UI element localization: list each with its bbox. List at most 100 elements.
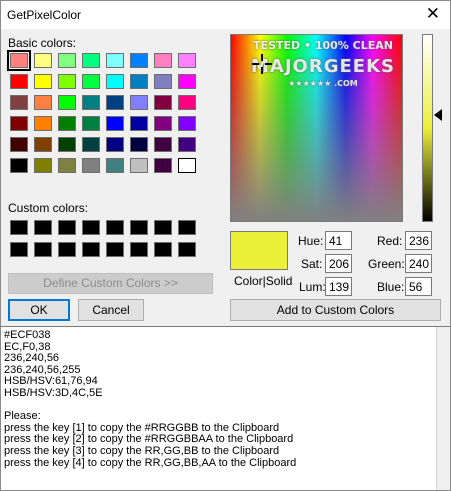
crosshair-icon[interactable] bbox=[252, 54, 272, 74]
output-line: press the key [4] to copy the RR,GG,BB,A… bbox=[4, 456, 297, 469]
close-icon[interactable]: ✕ bbox=[426, 5, 440, 23]
basic-color-swatch[interactable] bbox=[34, 95, 52, 110]
color-dialog-window: GetPixelColor ✕ Basic colors: Custom col… bbox=[0, 0, 451, 491]
custom-color-swatch[interactable] bbox=[58, 242, 76, 257]
output-scrollbar[interactable] bbox=[436, 327, 450, 490]
basic-color-swatch[interactable] bbox=[10, 158, 28, 173]
custom-color-swatch[interactable] bbox=[154, 242, 172, 257]
basic-color-swatch[interactable] bbox=[34, 158, 52, 173]
basic-color-swatch[interactable] bbox=[130, 53, 148, 68]
hue-field[interactable]: 41 bbox=[325, 231, 352, 250]
basic-color-swatch[interactable] bbox=[82, 95, 100, 110]
red-field[interactable]: 236 bbox=[405, 231, 432, 250]
basic-color-swatch[interactable] bbox=[178, 53, 196, 68]
custom-colors-grid bbox=[10, 220, 196, 257]
custom-color-swatch[interactable] bbox=[130, 242, 148, 257]
basic-color-swatch[interactable] bbox=[130, 158, 148, 173]
color-solid-label: Color|Solid bbox=[234, 274, 293, 288]
basic-color-swatch[interactable] bbox=[82, 53, 100, 68]
lum-field[interactable]: 139 bbox=[325, 277, 352, 296]
output-line: Please: bbox=[4, 410, 41, 423]
basic-color-swatch[interactable] bbox=[154, 95, 172, 110]
basic-color-swatch[interactable] bbox=[82, 137, 100, 152]
basic-color-swatch[interactable] bbox=[130, 116, 148, 131]
basic-colors-grid bbox=[7, 50, 196, 173]
color-solid-preview bbox=[230, 231, 288, 270]
basic-color-swatch[interactable] bbox=[154, 158, 172, 173]
custom-color-swatch[interactable] bbox=[58, 220, 76, 235]
basic-colors-label: Basic colors: bbox=[8, 36, 77, 50]
blue-field[interactable]: 56 bbox=[405, 277, 432, 296]
basic-color-swatch[interactable] bbox=[82, 158, 100, 173]
basic-color-swatch[interactable] bbox=[10, 116, 28, 131]
add-to-custom-colors-button[interactable]: Add to Custom Colors bbox=[230, 299, 441, 321]
basic-color-swatch[interactable] bbox=[58, 116, 76, 131]
basic-color-swatch[interactable] bbox=[34, 74, 52, 89]
title-bar: GetPixelColor ✕ bbox=[1, 1, 450, 29]
basic-color-swatch[interactable] bbox=[130, 74, 148, 89]
basic-color-swatch[interactable] bbox=[58, 158, 76, 173]
basic-color-swatch[interactable] bbox=[34, 116, 52, 131]
custom-color-swatch[interactable] bbox=[10, 242, 28, 257]
basic-color-swatch[interactable] bbox=[7, 50, 31, 71]
custom-color-swatch[interactable] bbox=[82, 220, 100, 235]
window-title: GetPixelColor bbox=[7, 8, 82, 22]
define-custom-colors-button[interactable]: Define Custom Colors >> bbox=[8, 273, 213, 294]
green-label: Green: bbox=[368, 257, 405, 271]
custom-color-swatch[interactable] bbox=[10, 220, 28, 235]
basic-color-swatch[interactable] bbox=[178, 95, 196, 110]
basic-color-swatch[interactable] bbox=[154, 53, 172, 68]
basic-color-swatch[interactable] bbox=[106, 95, 124, 110]
basic-color-swatch[interactable] bbox=[58, 74, 76, 89]
color-output-text[interactable]: #ECF038 EC,F0,38 236,240,56 236,240,56,255 H… bbox=[1, 326, 450, 490]
basic-color-swatch[interactable] bbox=[10, 137, 28, 152]
custom-color-swatch[interactable] bbox=[82, 242, 100, 257]
basic-color-swatch[interactable] bbox=[106, 137, 124, 152]
hue-label: Hue: bbox=[298, 234, 324, 248]
cancel-button[interactable]: Cancel bbox=[78, 299, 144, 321]
green-field[interactable]: 240 bbox=[405, 254, 432, 273]
basic-color-swatch[interactable] bbox=[178, 137, 196, 152]
basic-color-swatch[interactable] bbox=[178, 116, 196, 131]
basic-color-swatch[interactable] bbox=[154, 116, 172, 131]
watermark-text-1: TESTED • 100% CLEAN bbox=[253, 39, 393, 52]
basic-color-swatch[interactable] bbox=[130, 95, 148, 110]
basic-color-swatch[interactable] bbox=[106, 74, 124, 89]
basic-color-swatch[interactable] bbox=[10, 95, 28, 110]
basic-color-swatch[interactable] bbox=[106, 116, 124, 131]
basic-color-swatch[interactable] bbox=[10, 74, 28, 89]
ok-button[interactable]: OK bbox=[8, 299, 70, 321]
basic-color-swatch[interactable] bbox=[58, 137, 76, 152]
output-line: press the key [3] to copy the RR,GG,BB t… bbox=[4, 444, 280, 457]
basic-color-swatch[interactable] bbox=[106, 53, 124, 68]
basic-color-swatch[interactable] bbox=[58, 53, 76, 68]
basic-color-swatch[interactable] bbox=[58, 95, 76, 110]
basic-color-swatch[interactable] bbox=[34, 53, 52, 68]
basic-color-swatch[interactable] bbox=[154, 137, 172, 152]
custom-color-swatch[interactable] bbox=[130, 220, 148, 235]
custom-color-swatch[interactable] bbox=[106, 220, 124, 235]
luminance-bar[interactable] bbox=[422, 34, 433, 222]
lum-label: Lum: bbox=[299, 280, 326, 294]
blue-label: Blue: bbox=[377, 280, 405, 294]
luminance-arrow-icon[interactable] bbox=[434, 109, 442, 121]
custom-color-swatch[interactable] bbox=[154, 220, 172, 235]
sat-field[interactable]: 206 bbox=[325, 254, 352, 273]
basic-color-swatch[interactable] bbox=[178, 74, 196, 89]
sat-label: Sat: bbox=[301, 257, 323, 271]
basic-color-swatch[interactable] bbox=[82, 116, 100, 131]
basic-color-swatch[interactable] bbox=[34, 137, 52, 152]
basic-color-swatch[interactable] bbox=[82, 74, 100, 89]
custom-color-swatch[interactable] bbox=[34, 220, 52, 235]
red-label: Red: bbox=[377, 234, 403, 248]
custom-color-swatch[interactable] bbox=[178, 220, 196, 235]
custom-color-swatch[interactable] bbox=[34, 242, 52, 257]
output-line: EC,F0,38 bbox=[4, 340, 51, 353]
custom-color-swatch[interactable] bbox=[106, 242, 124, 257]
watermark-text-3: ★★★★★★ .COM bbox=[288, 79, 358, 88]
custom-color-swatch[interactable] bbox=[178, 242, 196, 257]
basic-color-swatch[interactable] bbox=[154, 74, 172, 89]
basic-color-swatch[interactable] bbox=[106, 158, 124, 173]
basic-color-swatch[interactable] bbox=[130, 137, 148, 152]
basic-color-swatch[interactable] bbox=[178, 158, 196, 173]
